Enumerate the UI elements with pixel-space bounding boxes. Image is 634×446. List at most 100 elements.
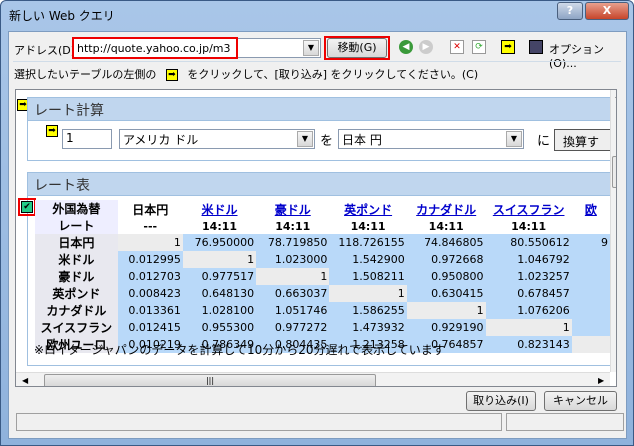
- rate-cell: 0.929190: [406, 319, 486, 336]
- column-time: 14:11: [182, 218, 257, 234]
- amount-input[interactable]: 1: [62, 129, 112, 149]
- scroll-left-icon[interactable]: ◀: [22, 376, 28, 385]
- row-header: スイスフラン: [35, 319, 118, 336]
- rate-cell: 1.051746: [256, 302, 330, 319]
- currency-link[interactable]: カナダドル: [416, 203, 476, 217]
- rate-cell: 0.678457: [485, 285, 572, 302]
- separator: [13, 61, 621, 62]
- back-icon[interactable]: ◀: [399, 40, 413, 54]
- table-row: 日本円 1 76.950000 78.719850 118.726155 74.84680…: [35, 234, 610, 251]
- currency-link[interactable]: 欧: [585, 203, 597, 217]
- select-table-arrow-icon[interactable]: ➡: [46, 125, 58, 137]
- instruction-text: 選択したいテーブルの左側の ➡ をクリックして、[取り込み] をクリックしてくだ…: [14, 66, 478, 82]
- column-time: [571, 218, 610, 234]
- rate-cell: 74.846805: [406, 234, 486, 251]
- rate-cell: [571, 285, 610, 302]
- ni-label: に: [537, 134, 551, 149]
- rate-cell: 1.508211: [329, 268, 407, 285]
- wo-label: を: [320, 134, 334, 149]
- corner-line1: 外国為替: [52, 202, 101, 216]
- instruction-before: 選択したいテーブルの左側の: [14, 68, 157, 81]
- from-currency-value: アメリカ ドル: [123, 133, 199, 147]
- to-currency-value: 日本 円: [342, 133, 382, 147]
- column-time: 14:11: [329, 218, 407, 234]
- rate-cell: 9: [571, 234, 610, 251]
- from-currency-select[interactable]: アメリカ ドル ▼: [119, 129, 315, 149]
- rate-cell: 0.648130: [182, 285, 257, 302]
- column-header[interactable]: カナダドル: [406, 200, 486, 219]
- checkmark-icon[interactable]: ✔: [21, 201, 33, 213]
- vertical-scrollbar[interactable]: ▲ ▼: [610, 90, 617, 372]
- rate-cell: 1: [117, 234, 183, 251]
- rate-cell: 1.586255: [329, 302, 407, 319]
- rate-cell: 1.023257: [485, 268, 572, 285]
- currency-link[interactable]: 豪ドル: [275, 203, 311, 217]
- rate-cell: 0.977272: [256, 319, 330, 336]
- status-bar-main: [16, 413, 502, 431]
- rate-cell: 0.012995: [117, 251, 183, 268]
- currency-link[interactable]: 英ポンド: [344, 203, 392, 217]
- options-button[interactable]: オプション(O)...: [549, 41, 626, 70]
- corner-header: 外国為替 レート: [35, 200, 118, 234]
- hide-icons-icon[interactable]: ➡: [501, 40, 515, 54]
- column-time: 14:11: [256, 218, 330, 234]
- column-header[interactable]: 英ポンド: [329, 200, 407, 219]
- scroll-right-icon[interactable]: ▶: [598, 376, 604, 385]
- vertical-scroll-thumb[interactable]: [612, 156, 616, 188]
- row-header: 米ドル: [35, 251, 118, 268]
- web-query-dialog: 新しい Web クエリ ? X アドレス(D): ▼ 移動(G) ◀ ▶ ✕ ⟳…: [0, 0, 634, 446]
- cancel-button[interactable]: キャンセル: [544, 391, 617, 411]
- rate-cell: 0.008423: [117, 285, 183, 302]
- rate-table: 外国為替 レート 日本円 米ドル 豪ドル 英ポンド カナダドル スイスフラン欧 --- 14:11…: [35, 200, 610, 353]
- row-header: 日本円: [35, 234, 118, 251]
- chevron-down-icon[interactable]: ▼: [297, 131, 313, 147]
- rate-cell: 1: [256, 268, 330, 285]
- status-bar-side: [506, 413, 624, 431]
- currency-link[interactable]: 米ドル: [202, 203, 238, 217]
- address-input[interactable]: [77, 42, 297, 55]
- rate-cell: [571, 319, 610, 336]
- scroll-down-icon[interactable]: ▼: [611, 363, 617, 372]
- close-button[interactable]: X: [585, 2, 629, 20]
- go-highlight: [324, 36, 390, 60]
- row-header: 豪ドル: [35, 268, 118, 285]
- table-row: 米ドル 0.012995 1 1.023000 1.542900 0.972668 1.04…: [35, 251, 610, 268]
- address-combobox[interactable]: ▼: [73, 38, 321, 58]
- rate-cell: 78.719850: [256, 234, 330, 251]
- rate-cell: 1: [329, 285, 407, 302]
- column-time: 14:11: [406, 218, 486, 234]
- scroll-up-icon[interactable]: ▲: [611, 90, 616, 99]
- rate-cell: 0.950800: [406, 268, 486, 285]
- convert-button[interactable]: 換算す: [554, 129, 614, 151]
- row-header: カナダドル: [35, 302, 118, 319]
- chevron-down-icon[interactable]: ▼: [506, 131, 522, 147]
- rate-cell: 76.950000: [182, 234, 257, 251]
- chevron-down-icon[interactable]: ▼: [303, 40, 319, 56]
- rate-cell: 0.630415: [406, 285, 486, 302]
- address-label: アドレス(D):: [14, 44, 79, 57]
- column-time: ---: [117, 218, 183, 234]
- column-header[interactable]: スイスフラン: [485, 200, 572, 219]
- to-currency-select[interactable]: 日本 円 ▼: [338, 129, 524, 149]
- calc-section: ➡ 1 アメリカ ドル ▼ を 日本 円 ▼ に 換算す: [27, 121, 614, 161]
- rate-cell: 1.473932: [329, 319, 407, 336]
- row-header: 英ポンド: [35, 285, 118, 302]
- horizontal-scroll-thumb[interactable]: |||: [44, 374, 376, 386]
- rate-cell: 1.542900: [329, 251, 407, 268]
- column-header: 日本円: [117, 200, 183, 219]
- save-query-icon[interactable]: [529, 40, 543, 54]
- currency-link[interactable]: スイスフラン: [493, 203, 565, 217]
- import-button[interactable]: 取り込み(I): [466, 391, 536, 411]
- forward-icon[interactable]: ▶: [419, 40, 433, 54]
- rate-cell: 1.028100: [182, 302, 257, 319]
- rate-cell: 0.012415: [117, 319, 183, 336]
- horizontal-scrollbar[interactable]: ◀ ||| ▶: [16, 372, 610, 386]
- refresh-icon[interactable]: ⟳: [472, 40, 486, 54]
- column-header[interactable]: 米ドル: [182, 200, 257, 219]
- help-button[interactable]: ?: [557, 2, 583, 20]
- column-header[interactable]: 豪ドル: [256, 200, 330, 219]
- stop-icon[interactable]: ✕: [450, 40, 464, 54]
- rate-cell: 80.550612: [485, 234, 572, 251]
- rate-table-wrap: 外国為替 レート 日本円 米ドル 豪ドル 英ポンド カナダドル スイスフラン欧 --- 14:11…: [35, 200, 610, 353]
- column-header[interactable]: 欧: [571, 200, 610, 219]
